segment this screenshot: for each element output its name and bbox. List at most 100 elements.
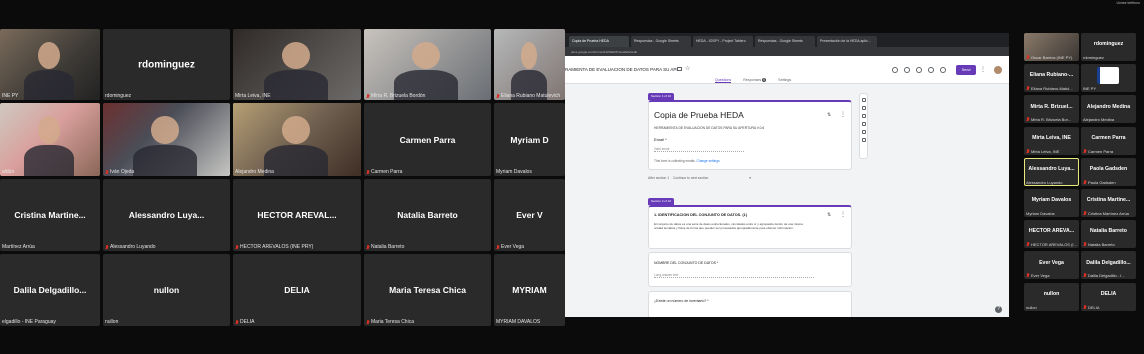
email-placeholder: Valid email xyxy=(654,147,744,152)
tab-questions[interactable]: Questions xyxy=(715,78,732,83)
participant-tile[interactable]: DELIA DELIA xyxy=(233,254,361,326)
side-participant-tile[interactable]: Eliana Rubiano-... Eliana Rubiano-Matul..… xyxy=(1024,64,1079,93)
redo-icon[interactable] xyxy=(928,67,934,73)
participant-label: Ever Vega xyxy=(1026,273,1049,278)
help-icon[interactable]: ? xyxy=(995,306,1002,313)
more-icon[interactable]: ⋮ xyxy=(840,111,846,118)
participant-tile[interactable]: Myriam D Myriam Davalos xyxy=(494,103,565,176)
side-participant-tile[interactable]: Alessandro Luya... Alessandro Luyando xyxy=(1024,157,1079,186)
drag-handle-icon[interactable]: ⇅ xyxy=(827,212,831,218)
link-icon[interactable] xyxy=(940,67,946,73)
participant-tile[interactable]: nullon nullon xyxy=(103,254,230,326)
side-participant-tile[interactable]: INE PY xyxy=(1081,64,1136,93)
side-participant-tile[interactable]: Paola Gadsden Paola Gadsden xyxy=(1081,157,1136,186)
browser-tab[interactable]: Presentación de la HEDA aplic... xyxy=(817,36,877,47)
section-2-card[interactable]: 1. IDENTIFICACION DEL CONJUNTO DE DATOS.… xyxy=(648,205,852,249)
side-participant-tile[interactable]: Myriam Davalos Myriam Davalos xyxy=(1024,189,1079,217)
side-participant-tile[interactable]: Ever Vega Ever Vega xyxy=(1024,251,1079,280)
participant-tile[interactable]: HECTOR AREVAL... HECTOR AREVALOS (INE PRY… xyxy=(233,179,361,251)
participant-tile[interactable]: MYRIAM MYRIAM DAVALOS xyxy=(494,254,565,326)
tab-responses[interactable]: Responses 0 xyxy=(743,78,767,83)
participant-tile[interactable]: Carmen Parra Carmen Parra xyxy=(364,103,491,176)
image-icon[interactable] xyxy=(861,122,866,126)
side-participant-tile[interactable]: Natalia Barreto Natalia Barreto xyxy=(1081,220,1136,249)
tab-settings[interactable]: Settings xyxy=(778,78,791,83)
title-icon[interactable] xyxy=(861,114,866,118)
participant-tile[interactable]: Mirta Leiva, INE xyxy=(233,29,361,100)
participant-tile[interactable]: Maria Teresa Chica Maria Teresa Chica xyxy=(364,254,491,326)
send-button[interactable]: Send xyxy=(956,65,976,75)
browser-tab[interactable]: Copia de Prueba HEDA xyxy=(569,36,629,47)
question-title[interactable]: ¿Existe un número de inventario? * xyxy=(654,299,709,303)
tab-responses-label: Responses xyxy=(743,78,762,82)
folder-icon[interactable] xyxy=(677,67,682,71)
mic-muted-icon xyxy=(496,244,500,250)
side-participant-tile[interactable]: Oscar Barrios (INE PY) xyxy=(1024,33,1079,61)
browser-tab[interactable]: HEDA - IOSPY - Project Tablero xyxy=(693,36,753,47)
more-icon[interactable]: ⋮ xyxy=(840,211,846,218)
participant-tile[interactable]: aldún xyxy=(0,103,100,176)
participant-tile[interactable]: Alessandro Luya... Alessandro Luyando xyxy=(103,179,230,251)
side-participant-tile[interactable]: Dalila Delgadillo... Dalila Delgadillo - … xyxy=(1081,251,1136,280)
avatar[interactable] xyxy=(994,66,1002,74)
form-title[interactable]: Copia de Prueba HEDA xyxy=(654,110,744,120)
participant-label: Dalila Delgadillo - I... xyxy=(1083,273,1125,278)
browser-tab[interactable]: Respuestas - Google Sheets xyxy=(755,36,815,47)
section-2-tag: Section 2 of 10 xyxy=(648,198,675,205)
participant-tile[interactable]: Ever V Ever Vega xyxy=(494,179,565,251)
participant-name: Myriam Davalos xyxy=(1031,197,1072,204)
person-silhouette xyxy=(38,116,60,144)
forms-tabs: Questions Responses 0 Settings xyxy=(715,78,791,83)
add-question-icon[interactable] xyxy=(861,98,866,102)
mic-muted-icon xyxy=(1026,55,1030,60)
side-participant-tile[interactable]: DELIA DELIA xyxy=(1081,282,1136,311)
question-title[interactable]: NOMBRE DEL CONJUNTO DE DATOS * xyxy=(654,261,718,265)
drag-handle-icon[interactable]: ⇅ xyxy=(827,112,831,118)
more-icon[interactable]: ⋮ xyxy=(980,66,986,73)
participant-tile[interactable]: rdominguez rdominguez xyxy=(103,29,230,100)
participant-tile[interactable]: Iván Ojeda xyxy=(103,103,230,176)
preview-icon[interactable] xyxy=(904,67,910,73)
section-2-heading[interactable]: 1. IDENTIFICACION DEL CONJUNTO DE DATOS.… xyxy=(654,213,747,217)
continue-select[interactable]: Continue to next section ▾ xyxy=(673,176,751,180)
participant-tile[interactable]: Alejandro Medina xyxy=(233,103,361,176)
question-card[interactable]: NOMBRE DEL CONJUNTO DE DATOS * Long answ… xyxy=(648,252,852,287)
side-participant-tile[interactable]: Mirta Leiva, INE Mirta Leiva, INE xyxy=(1024,126,1079,155)
mic-muted-icon xyxy=(366,244,370,250)
participant-tile[interactable]: Dalila Delgadillo... elgadillo - INE Para… xyxy=(0,254,100,326)
form-description[interactable]: HERRAMIENTA DE EVALUACION DE DATOS PARA … xyxy=(654,126,764,130)
participant-label-text: Maria Teresa Chica xyxy=(371,319,414,325)
participant-tile[interactable]: Natalia Barreto Natalia Barreto xyxy=(364,179,491,251)
question-card[interactable]: ¿Existe un número de inventario? * xyxy=(648,291,852,317)
side-participant-tile[interactable]: Mirta R. Brizuel... Mirta R. Brizuela Bor… xyxy=(1024,95,1079,124)
form-doc-title[interactable]: RAMIENTA DE EVALUACION DE DATOS PARA SU … xyxy=(565,67,678,72)
unirse-telefono-label[interactable]: Unirse teléfono xyxy=(1116,1,1140,5)
address-bar[interactable]: docs.google.com/forms/d/1ZZkE0ProtoHEDA/… xyxy=(565,47,1009,56)
person-silhouette xyxy=(412,41,441,69)
participant-label-text: Oscar Barrios (INE PY) xyxy=(1031,55,1073,60)
participant-tile[interactable]: INE PY xyxy=(0,29,100,100)
participant-tile[interactable]: Mirta R. Brizuela Bordón xyxy=(364,29,491,100)
collect-note: This form is collecting emails. Change s… xyxy=(654,159,720,163)
participant-name: Cristina Martine... xyxy=(1086,197,1131,204)
section-icon[interactable] xyxy=(861,138,866,142)
form-title-card[interactable]: Copia de Prueba HEDA HERRAMIENTA DE EVAL… xyxy=(648,100,852,170)
side-participant-tile[interactable]: rdominguez rdominguez xyxy=(1081,33,1136,61)
side-participant-tile[interactable]: Carmen Parra Carmen Parra xyxy=(1081,126,1136,155)
star-icon[interactable]: ☆ xyxy=(685,65,690,72)
change-settings-link[interactable]: Change settings xyxy=(697,159,720,163)
participant-tile[interactable]: Cristina Martine... Martínez Arrúa xyxy=(0,179,100,251)
browser-tab[interactable]: Respuestas - Google Sheets xyxy=(631,36,691,47)
side-participant-tile[interactable]: HECTOR AREVA... HECTOR AREVALOS (I... xyxy=(1024,220,1079,249)
side-participant-tile[interactable]: nullon nullon xyxy=(1024,282,1079,311)
section-2-description[interactable]: El conjunto de datos es una serie de dat… xyxy=(654,222,804,230)
side-participant-tile[interactable]: Cristina Martine... Cristina Martínez Arr… xyxy=(1081,189,1136,217)
import-icon[interactable] xyxy=(861,106,866,110)
undo-icon[interactable] xyxy=(916,67,922,73)
participant-label: elgadillo - INE Paraguay xyxy=(2,319,56,325)
participant-label: Natalia Barreto xyxy=(1083,242,1115,247)
palette-icon[interactable] xyxy=(892,67,898,73)
side-participant-tile[interactable]: Alejandro Medina Alejandro Medina xyxy=(1081,95,1136,124)
video-icon[interactable] xyxy=(861,130,866,134)
participant-tile[interactable]: Eliana Rubiano Matulevich xyxy=(494,29,565,100)
